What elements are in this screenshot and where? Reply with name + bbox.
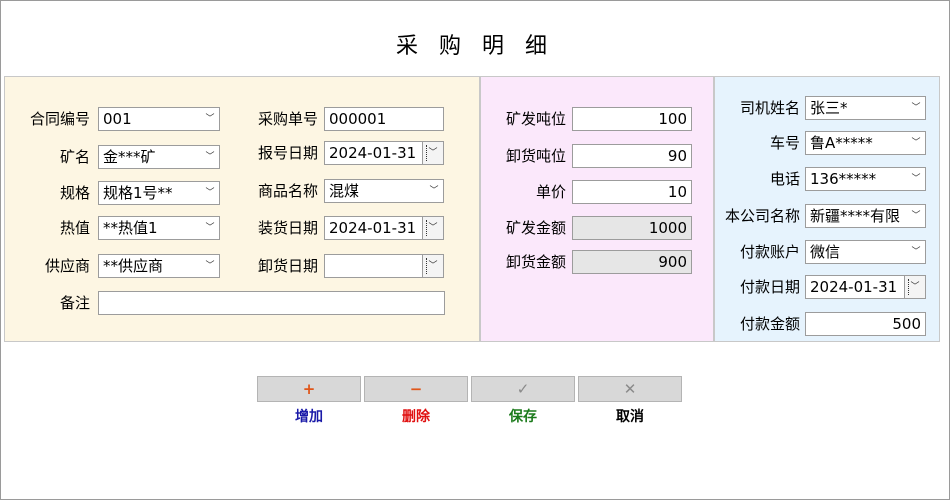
unload-date-picker[interactable]: ﹀ bbox=[324, 254, 444, 278]
chevron-down-icon: ﹀ bbox=[205, 261, 215, 271]
remark-input[interactable] bbox=[98, 291, 445, 315]
plate-no-select[interactable]: 鲁A***** ﹀ bbox=[805, 131, 926, 155]
supplier-label: 供应商 bbox=[44, 257, 90, 275]
unload-tonnage-label: 卸货吨位 bbox=[505, 147, 566, 165]
load-date-label: 装货日期 bbox=[257, 219, 318, 237]
chevron-down-icon: ﹀ bbox=[205, 152, 215, 162]
spec-select[interactable]: 规格1号** ﹀ bbox=[98, 181, 220, 205]
add-button[interactable]: + bbox=[257, 376, 361, 402]
minus-icon: − bbox=[409, 380, 423, 398]
close-icon: ✕ bbox=[623, 380, 637, 398]
unit-price-input[interactable]: 10 bbox=[572, 180, 692, 204]
pay-account-label: 付款账户 bbox=[739, 243, 800, 261]
chevron-down-icon: ﹀ bbox=[429, 186, 439, 196]
calendar-dropdown-icon[interactable]: ﹀ bbox=[422, 142, 443, 164]
purchase-no-input[interactable]: 000001 bbox=[324, 107, 444, 131]
pay-date-label: 付款日期 bbox=[739, 278, 800, 296]
contract-no-select[interactable]: 001 ﹀ bbox=[98, 107, 220, 131]
driver-name-select[interactable]: 张三* ﹀ bbox=[805, 96, 926, 120]
supplier-select[interactable]: **供应商 ﹀ bbox=[98, 254, 220, 278]
chevron-down-icon: ﹀ bbox=[205, 223, 215, 233]
cancel-button-label[interactable]: 取消 bbox=[578, 406, 682, 426]
mine-tonnage-label: 矿发吨位 bbox=[505, 110, 566, 128]
check-icon: ✓ bbox=[516, 380, 530, 398]
delete-button[interactable]: − bbox=[364, 376, 468, 402]
delete-button-label[interactable]: 删除 bbox=[364, 406, 468, 426]
pay-date-picker[interactable]: 2024-01-31 ﹀ bbox=[805, 275, 926, 299]
mine-name-select[interactable]: 金***矿 ﹀ bbox=[98, 145, 220, 169]
spec-label: 规格 bbox=[59, 184, 90, 202]
chevron-down-icon: ﹀ bbox=[911, 174, 921, 184]
company-name-select[interactable]: 新疆****有限 ﹀ bbox=[805, 204, 926, 228]
save-button-label[interactable]: 保存 bbox=[471, 406, 575, 426]
chevron-down-icon: ﹀ bbox=[911, 138, 921, 148]
chevron-down-icon: ﹀ bbox=[205, 114, 215, 124]
phone-label: 电话 bbox=[769, 170, 800, 188]
cancel-button[interactable]: ✕ bbox=[578, 376, 682, 402]
chevron-down-icon: ﹀ bbox=[911, 103, 921, 113]
pay-account-select[interactable]: 微信 ﹀ bbox=[805, 240, 926, 264]
pay-amount-label: 付款金额 bbox=[739, 315, 800, 333]
add-button-label[interactable]: 增加 bbox=[257, 406, 361, 426]
driver-name-label: 司机姓名 bbox=[739, 99, 800, 117]
plate-no-label: 车号 bbox=[769, 134, 800, 152]
heat-value-label: 热值 bbox=[59, 219, 90, 237]
chevron-down-icon: ﹀ bbox=[911, 211, 921, 221]
report-date-picker[interactable]: 2024-01-31 ﹀ bbox=[324, 141, 444, 165]
mine-amount-field: 1000 bbox=[572, 216, 692, 240]
calendar-dropdown-icon[interactable]: ﹀ bbox=[904, 276, 925, 298]
load-date-picker[interactable]: 2024-01-31 ﹀ bbox=[324, 216, 444, 240]
unit-price-label: 单价 bbox=[535, 183, 566, 201]
product-name-label: 商品名称 bbox=[257, 182, 318, 200]
heat-value-select[interactable]: **热值1 ﹀ bbox=[98, 216, 220, 240]
plus-icon: + bbox=[302, 380, 316, 398]
pay-amount-input[interactable]: 500 bbox=[805, 312, 926, 336]
unload-date-label: 卸货日期 bbox=[257, 257, 318, 275]
unload-tonnage-input[interactable]: 90 bbox=[572, 144, 692, 168]
chevron-down-icon: ﹀ bbox=[911, 247, 921, 257]
phone-select[interactable]: 136***** ﹀ bbox=[805, 167, 926, 191]
contract-no-label: 合同编号 bbox=[29, 110, 90, 128]
mine-tonnage-input[interactable]: 100 bbox=[572, 107, 692, 131]
company-name-label: 本公司名称 bbox=[724, 207, 800, 225]
mine-amount-label: 矿发金额 bbox=[505, 219, 566, 237]
remark-label: 备注 bbox=[59, 294, 90, 312]
mine-name-label: 矿名 bbox=[59, 148, 90, 166]
calendar-dropdown-icon[interactable]: ﹀ bbox=[422, 217, 443, 239]
purchase-no-label: 采购单号 bbox=[257, 110, 318, 128]
product-name-select[interactable]: 混煤 ﹀ bbox=[324, 179, 444, 203]
calendar-dropdown-icon[interactable]: ﹀ bbox=[422, 255, 443, 277]
unload-amount-field: 900 bbox=[572, 250, 692, 274]
chevron-down-icon: ﹀ bbox=[205, 188, 215, 198]
save-button[interactable]: ✓ bbox=[471, 376, 575, 402]
report-date-label: 报号日期 bbox=[257, 144, 318, 162]
unload-amount-label: 卸货金额 bbox=[505, 253, 566, 271]
page-title: 采 购 明 细 bbox=[396, 34, 554, 59]
